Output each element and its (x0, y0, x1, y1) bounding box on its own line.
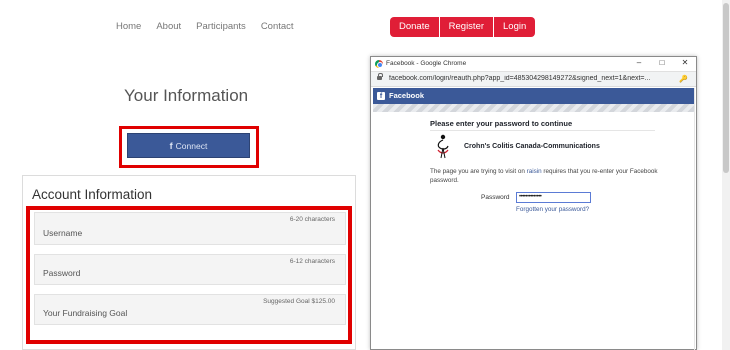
nav-home-link[interactable]: Home (116, 21, 141, 32)
raisin-link[interactable]: raisin (527, 168, 542, 175)
nav-contact-link[interactable]: Contact (261, 21, 294, 32)
facebook-connect-button[interactable]: f Connect (127, 133, 250, 158)
key-icon[interactable]: 🔑 (679, 75, 688, 83)
facebook-logo-icon: f (377, 92, 385, 100)
nav-participants-link[interactable]: Participants (196, 21, 246, 32)
desc-text-before: The page you are trying to visit on (430, 168, 527, 175)
lock-icon (377, 73, 383, 80)
url-text[interactable]: facebook.com/login/reauth.php?app_id=485… (389, 75, 674, 82)
facebook-header: f Facebook (373, 88, 695, 104)
fb-password-input[interactable]: •••••••••••••• (516, 192, 591, 203)
popup-scrollbar[interactable] (694, 88, 695, 350)
connect-button-label: Connect (175, 140, 208, 151)
facebook-icon: f (169, 140, 173, 151)
account-section-title: Account Information (32, 187, 153, 202)
app-logo-icon (437, 134, 449, 159)
facebook-header-label: Facebook (389, 91, 425, 100)
register-button[interactable]: Register (439, 17, 495, 37)
page-scrollbar[interactable] (722, 0, 730, 350)
app-name: Crohn's Colitis Canada-Communications (464, 143, 600, 150)
divider (430, 130, 655, 131)
address-bar[interactable]: facebook.com/login/reauth.php?app_id=485… (371, 71, 696, 87)
nav-button-group: Donate Register Login (390, 17, 536, 37)
chrome-icon (375, 60, 383, 68)
close-icon[interactable]: ✕ (678, 58, 692, 67)
page-scrollbar-thumb[interactable] (723, 3, 729, 173)
reauth-heading: Please enter your password to continue (430, 119, 573, 128)
facebook-popup-window: Facebook - Google Chrome – □ ✕ facebook.… (370, 56, 697, 350)
popup-titlebar[interactable]: Facebook - Google Chrome – □ ✕ (371, 57, 696, 71)
login-button[interactable]: Login (494, 17, 536, 37)
donate-button[interactable]: Donate (390, 17, 440, 37)
maximize-icon[interactable]: □ (655, 58, 669, 67)
minimize-icon[interactable]: – (632, 58, 646, 67)
page-title: Your Information (124, 86, 249, 105)
reauth-description: The page you are trying to visit on rais… (430, 167, 670, 185)
popup-window-title: Facebook - Google Chrome (386, 60, 467, 67)
nav-about-link[interactable]: About (156, 21, 181, 32)
forgot-password-link[interactable]: Forgotten your password? (516, 206, 589, 213)
site-nav: Home About Participants Contact (116, 21, 309, 32)
fields-highlight-frame (26, 206, 352, 344)
fb-password-label: Password (481, 194, 510, 201)
header-stripe (373, 104, 695, 112)
